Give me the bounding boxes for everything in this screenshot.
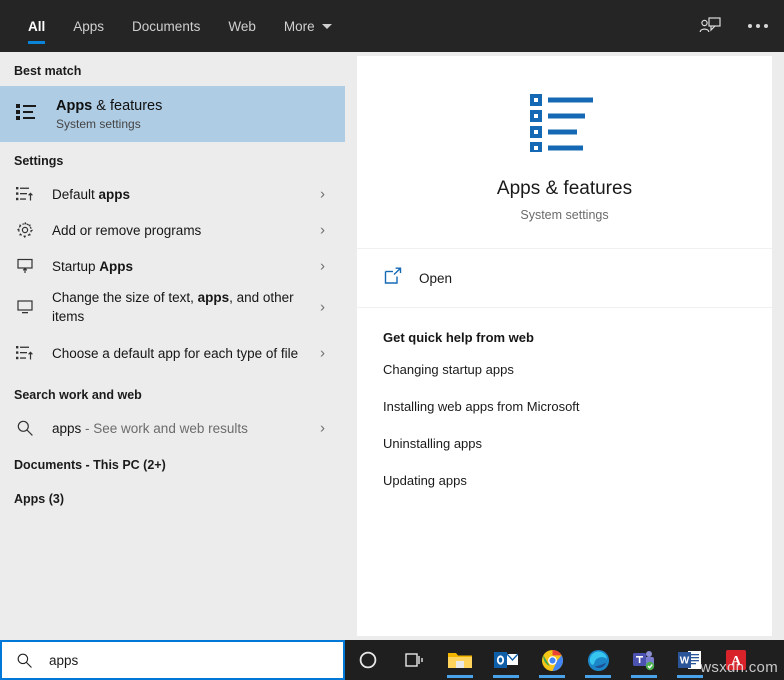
open-label: Open — [419, 271, 452, 286]
help-link-updating-apps[interactable]: Updating apps — [357, 462, 772, 499]
settings-item-choose-default-app[interactable]: Choose a default app for each type of fi… — [0, 330, 345, 376]
best-match-result[interactable]: Apps & features System settings — [0, 86, 345, 142]
label-pre: Add or remove programs — [52, 223, 201, 238]
settings-header: Settings — [0, 142, 345, 176]
settings-item-label: Change the size of text, apps, and other… — [52, 288, 310, 326]
help-link-changing-startup-apps[interactable]: Changing startup apps — [357, 351, 772, 388]
label-bold: Apps — [99, 259, 133, 274]
tab-web-label: Web — [228, 19, 256, 34]
default-apps-icon — [14, 344, 36, 362]
tab-apps-label: Apps — [73, 19, 104, 34]
best-match-title-rest: & features — [92, 98, 162, 114]
help-link-uninstalling-apps[interactable]: Uninstalling apps — [357, 425, 772, 462]
display-icon — [14, 298, 36, 316]
web-search-query: apps — [52, 421, 81, 436]
preview-pane: Apps & features System settings Open Get… — [357, 56, 772, 636]
search-web-header: Search work and web — [0, 376, 345, 410]
label-pre: Startup — [52, 259, 99, 274]
tab-all[interactable]: All — [14, 0, 59, 52]
preview-subtitle: System settings — [357, 208, 772, 222]
open-external-icon — [383, 266, 403, 291]
web-search-item[interactable]: apps - See work and web results › — [0, 410, 345, 446]
tab-apps[interactable]: Apps — [59, 0, 118, 52]
settings-item-add-remove-programs[interactable]: Add or remove programs › — [0, 212, 345, 248]
chevron-right-icon: › — [320, 420, 325, 437]
quick-help-header: Get quick help from web — [357, 308, 772, 351]
edge-icon[interactable] — [575, 640, 621, 680]
web-search-suffix: - See work and web results — [81, 421, 248, 436]
settings-item-startup-apps[interactable]: Startup Apps › — [0, 248, 345, 284]
documents-header: Documents - This PC (2+) — [0, 446, 345, 480]
apps-list-icon — [14, 100, 38, 129]
settings-item-change-text-size[interactable]: Change the size of text, apps, and other… — [0, 284, 345, 330]
ellipsis-icon[interactable] — [742, 24, 774, 28]
taskbar: W A wsxdn.com — [345, 640, 784, 680]
monitor-startup-icon — [14, 257, 36, 275]
windows-search-screen: All Apps Documents Web More Best match — [0, 0, 784, 680]
settings-item-label: Startup Apps — [52, 257, 133, 276]
gear-icon — [14, 221, 36, 239]
best-match-title: Apps & features — [56, 97, 162, 115]
apps-header: Apps (3) — [0, 480, 345, 514]
open-action[interactable]: Open — [357, 249, 772, 307]
search-icon — [16, 652, 33, 669]
chevron-right-icon: › — [320, 186, 325, 203]
preview-title: Apps & features — [357, 178, 772, 200]
cortana-icon[interactable] — [345, 640, 391, 680]
tab-documents[interactable]: Documents — [118, 0, 214, 52]
web-search-label: apps - See work and web results — [52, 419, 248, 438]
chevron-right-icon: › — [320, 299, 325, 316]
preview-hero: Apps & features System settings — [357, 56, 772, 248]
search-header: All Apps Documents Web More — [0, 0, 784, 52]
help-link-installing-web-apps[interactable]: Installing web apps from Microsoft — [357, 388, 772, 425]
search-tabs: All Apps Documents Web More — [0, 0, 346, 52]
label-bold: apps — [99, 187, 131, 202]
settings-item-label: Choose a default app for each type of fi… — [52, 344, 298, 363]
search-input[interactable]: apps — [0, 640, 345, 680]
settings-item-default-apps[interactable]: Default apps › — [0, 176, 345, 212]
outlook-icon[interactable] — [483, 640, 529, 680]
tab-more-label: More — [284, 19, 315, 34]
chrome-icon[interactable] — [529, 640, 575, 680]
settings-item-label: Default apps — [52, 185, 130, 204]
watermark: wsxdn.com — [700, 659, 778, 676]
apps-features-large-icon — [357, 90, 772, 152]
tab-documents-label: Documents — [132, 19, 200, 34]
results-panel: Best match Apps & features System settin… — [0, 52, 345, 640]
chevron-right-icon: › — [320, 345, 325, 362]
header-actions — [696, 0, 774, 52]
svg-text:W: W — [680, 656, 690, 667]
label-pre: Change the size of text, — [52, 290, 198, 305]
chevron-right-icon: › — [320, 222, 325, 239]
best-match-subtitle: System settings — [56, 117, 162, 131]
settings-item-label: Add or remove programs — [52, 221, 201, 240]
best-match-header: Best match — [0, 52, 345, 86]
search-input-value: apps — [49, 653, 78, 668]
default-apps-icon — [14, 185, 36, 203]
best-match-title-bold: Apps — [56, 98, 92, 114]
label-bold: apps — [198, 290, 230, 305]
label-pre: Choose a default app for each type of fi… — [52, 346, 298, 361]
file-explorer-icon[interactable] — [437, 640, 483, 680]
search-icon — [14, 419, 36, 437]
chevron-right-icon: › — [320, 258, 325, 275]
best-match-text: Apps & features System settings — [56, 97, 162, 131]
teams-icon[interactable] — [621, 640, 667, 680]
person-feedback-icon[interactable] — [696, 12, 724, 40]
tab-more[interactable]: More — [270, 0, 346, 52]
task-view-icon[interactable] — [391, 640, 437, 680]
chevron-down-icon — [322, 24, 332, 29]
tab-all-label: All — [28, 19, 45, 34]
label-pre: Default — [52, 187, 99, 202]
tab-web[interactable]: Web — [214, 0, 270, 52]
